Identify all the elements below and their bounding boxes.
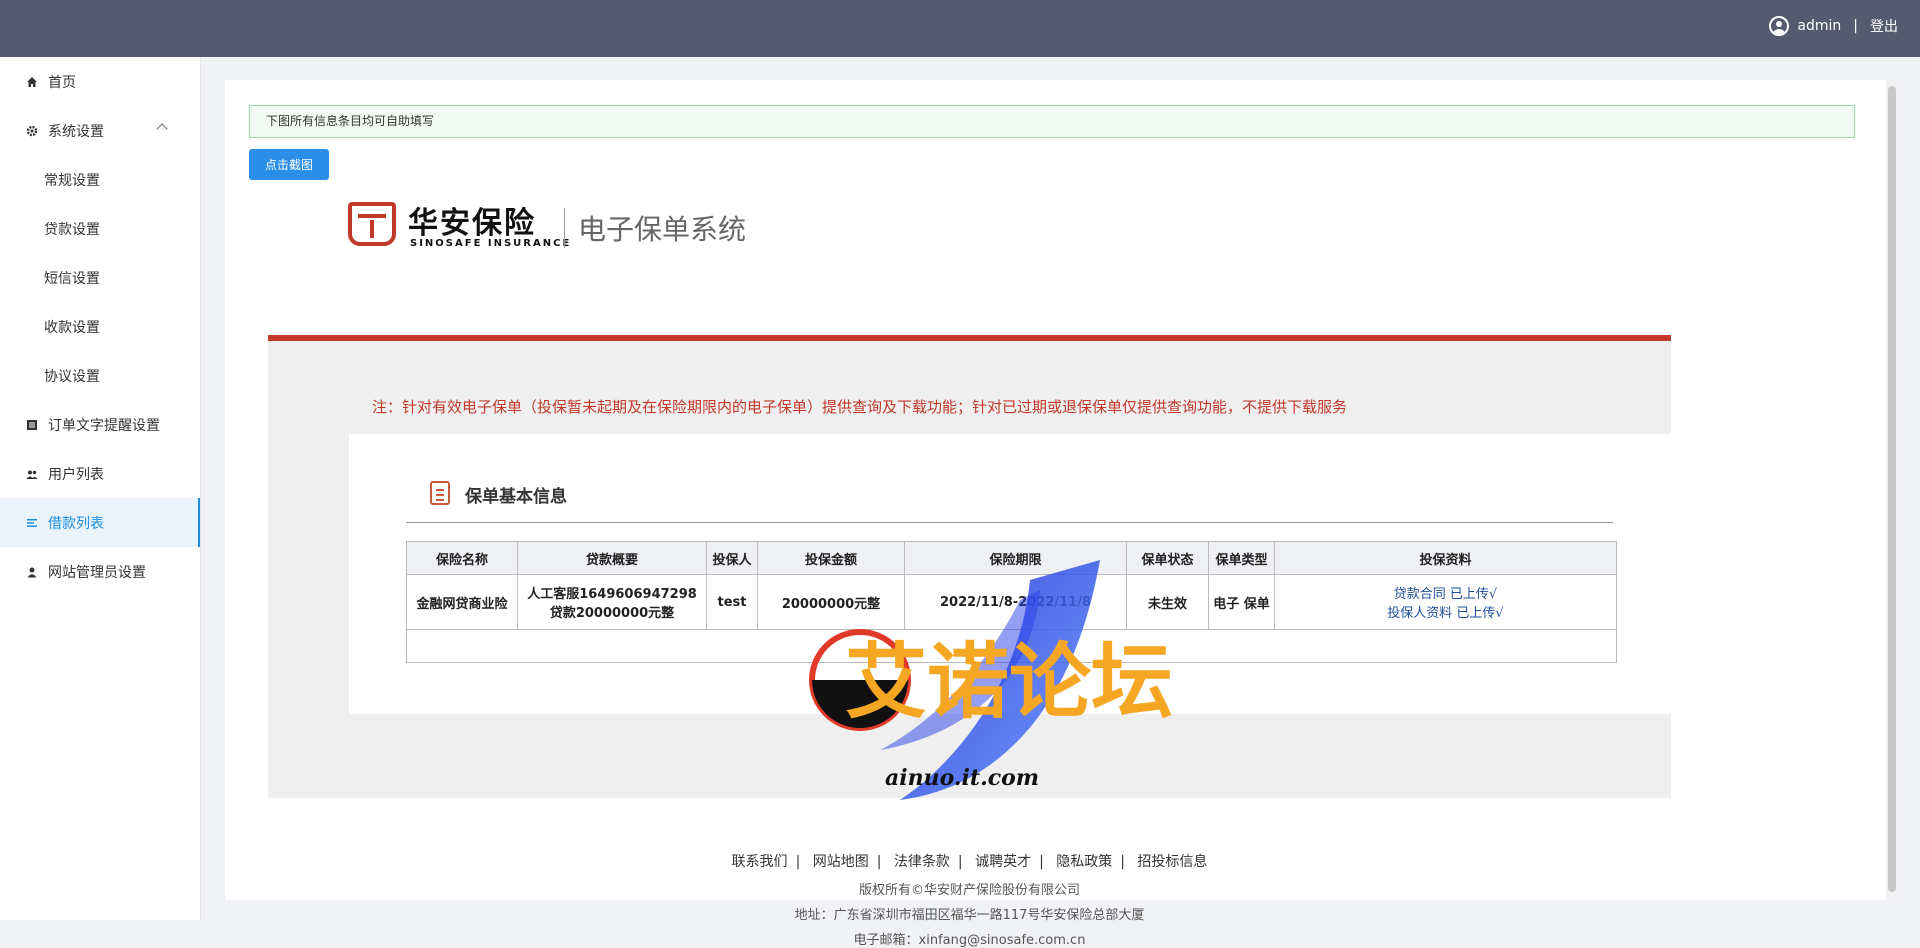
loan-summary-line2: 贷款20000000元整 [549, 606, 675, 621]
table-header: 投保金额 [757, 541, 905, 575]
sidebar-item-label: 协议设置 [44, 368, 100, 385]
user-icon [26, 566, 38, 578]
sidebar-item-system-settings[interactable]: 系统设置 [0, 106, 200, 155]
footer-link[interactable]: 网站地图 [813, 854, 869, 870]
footer-link[interactable]: 诚聘英才 [975, 854, 1031, 870]
main-panel: 下图所有信息条目均可自助填写 点击截图 华安保险 SINOSAFE INSURA… [225, 80, 1890, 948]
footer-link[interactable]: 法律条款 [894, 854, 950, 870]
logo-divider [564, 208, 565, 248]
table-header: 贷款概要 [517, 541, 707, 575]
home-icon [26, 76, 38, 88]
sidebar-item-label: 订单文字提醒设置 [48, 417, 160, 434]
sidebar-item-general-settings[interactable]: 常规设置 [0, 155, 200, 204]
sidebar-item-label: 用户列表 [48, 466, 104, 483]
sidebar: 首页 系统设置 常规设置 贷款设置 短信设置 收款设置 协议设置 订单文字提醒设… [0, 57, 201, 920]
table-header: 投保资料 [1274, 541, 1617, 575]
top-bar: admin | 登出 [0, 0, 1920, 57]
username[interactable]: admin [1797, 18, 1841, 34]
sidebar-item-label: 常规设置 [44, 172, 100, 189]
cell-materials: 贷款合同 已上传√ 投保人资料 已上传√ [1274, 574, 1617, 630]
user-avatar-icon[interactable] [1769, 16, 1790, 36]
cell-period: 2022/11/8-2022/11/8 [904, 574, 1127, 630]
sidebar-item-loan-settings[interactable]: 贷款设置 [0, 204, 200, 253]
footer-email: 电子邮箱：xinfang@sinosafe.com.cn [853, 933, 1086, 948]
cell-policy-type: 电子 保单 [1208, 574, 1275, 630]
footer-link[interactable]: 招投标信息 [1137, 854, 1207, 870]
cell-amount: 20000000元整 [757, 574, 905, 630]
users-icon [26, 468, 38, 480]
loan-summary-line1: 人工客服1649606947298 [527, 587, 697, 602]
cell-status: 未生效 [1126, 574, 1209, 630]
table-header-row: 保险名称 贷款概要 投保人 投保金额 保险期限 保单状态 保单类型 投保资料 [406, 541, 1617, 575]
sidebar-item-order-reminder[interactable]: 订单文字提醒设置 [0, 400, 200, 449]
sidebar-item-agreement-settings[interactable]: 协议设置 [0, 351, 200, 400]
table-row-empty [406, 629, 1617, 663]
sidebar-item-label: 收款设置 [44, 319, 100, 336]
logo-cn-text: 华安保险 [408, 206, 536, 241]
menu-icon [26, 517, 38, 529]
scrollbar[interactable] [1886, 80, 1898, 900]
sidebar-item-label: 短信设置 [44, 270, 100, 287]
sidebar-item-home[interactable]: 首页 [0, 57, 200, 106]
table-header: 保单状态 [1126, 541, 1209, 575]
list-icon [26, 419, 38, 431]
sidebar-item-label: 贷款设置 [44, 221, 100, 238]
logo-en-text: SINOSAFE INSURANCE [410, 238, 572, 249]
table-header: 保单类型 [1208, 541, 1275, 575]
cell-loan-summary: 人工客服1649606947298 贷款20000000元整 [517, 574, 707, 630]
policy-document: 华安保险 SINOSAFE INSURANCE 电子保单系统 注：针对有效电子保… [268, 188, 1671, 948]
sidebar-item-user-list[interactable]: 用户列表 [0, 449, 200, 498]
header-separator: | [1853, 18, 1858, 34]
footer-link[interactable]: 联系我们 [732, 854, 788, 870]
sidebar-item-label: 系统设置 [48, 123, 104, 140]
document-header: 华安保险 SINOSAFE INSURANCE 电子保单系统 [268, 188, 1671, 260]
document-body: 注：针对有效电子保单（投保暂未起期及在保险期限内的电子保单）提供查询及下载功能；… [268, 341, 1671, 948]
table-header: 保险名称 [406, 541, 518, 575]
table-header: 投保人 [706, 541, 758, 575]
footer-link[interactable]: 隐私政策 [1056, 854, 1112, 870]
sidebar-item-label: 首页 [48, 74, 76, 91]
cell-insurance-name: 金融网贷商业险 [406, 574, 518, 630]
info-notice: 下图所有信息条目均可自助填写 [249, 105, 1855, 138]
user-area: admin | 登出 [1769, 16, 1898, 36]
document-icon [430, 481, 450, 505]
sidebar-item-admin-settings[interactable]: 网站管理员设置 [0, 547, 200, 596]
policy-note: 注：针对有效电子保单（投保暂未起期及在保险期限内的电子保单）提供查询及下载功能；… [372, 398, 1348, 416]
policy-info-card: 保单基本信息 保险名称 贷款概要 投保人 投保金额 保险期限 保单状态 保单类型… [349, 434, 1671, 714]
cell-insured: test [706, 574, 758, 630]
footer-copyright: 版权所有©华安财产保险股份有限公司 [858, 883, 1080, 898]
system-name: 电子保单系统 [578, 213, 747, 246]
empty-cell [406, 629, 1617, 663]
scrollbar-thumb[interactable] [1888, 86, 1896, 892]
section-divider [406, 522, 1613, 523]
section-title: 保单基本信息 [465, 487, 567, 507]
sidebar-item-payment-settings[interactable]: 收款设置 [0, 302, 200, 351]
table-row: 金融网贷商业险 人工客服1649606947298 贷款20000000元整 t… [406, 574, 1617, 630]
table-header: 保险期限 [904, 541, 1127, 575]
footer-address: 地址：广东省深圳市福田区福华一路117号华安保险总部大厦 [794, 908, 1145, 923]
material-insured-link[interactable]: 投保人资料 已上传√ [1276, 602, 1615, 621]
sidebar-item-label: 借款列表 [48, 515, 104, 532]
material-contract-link[interactable]: 贷款合同 已上传√ [1276, 583, 1615, 602]
sidebar-item-loan-list[interactable]: 借款列表 [0, 498, 200, 547]
gear-icon [26, 125, 38, 137]
policy-table: 保险名称 贷款概要 投保人 投保金额 保险期限 保单状态 保单类型 投保资料 金… [406, 541, 1617, 663]
capture-button[interactable]: 点击截图 [249, 149, 329, 180]
chevron-up-icon[interactable] [156, 123, 168, 135]
logout-link[interactable]: 登出 [1870, 16, 1898, 36]
sinosafe-logo-icon [348, 202, 396, 246]
sidebar-item-label: 网站管理员设置 [48, 564, 146, 581]
sidebar-item-sms-settings[interactable]: 短信设置 [0, 253, 200, 302]
footer-links: 联系我们 | 网站地图 | 法律条款 | 诚聘英才 | 隐私政策 | 招投标信息 [731, 854, 1208, 870]
